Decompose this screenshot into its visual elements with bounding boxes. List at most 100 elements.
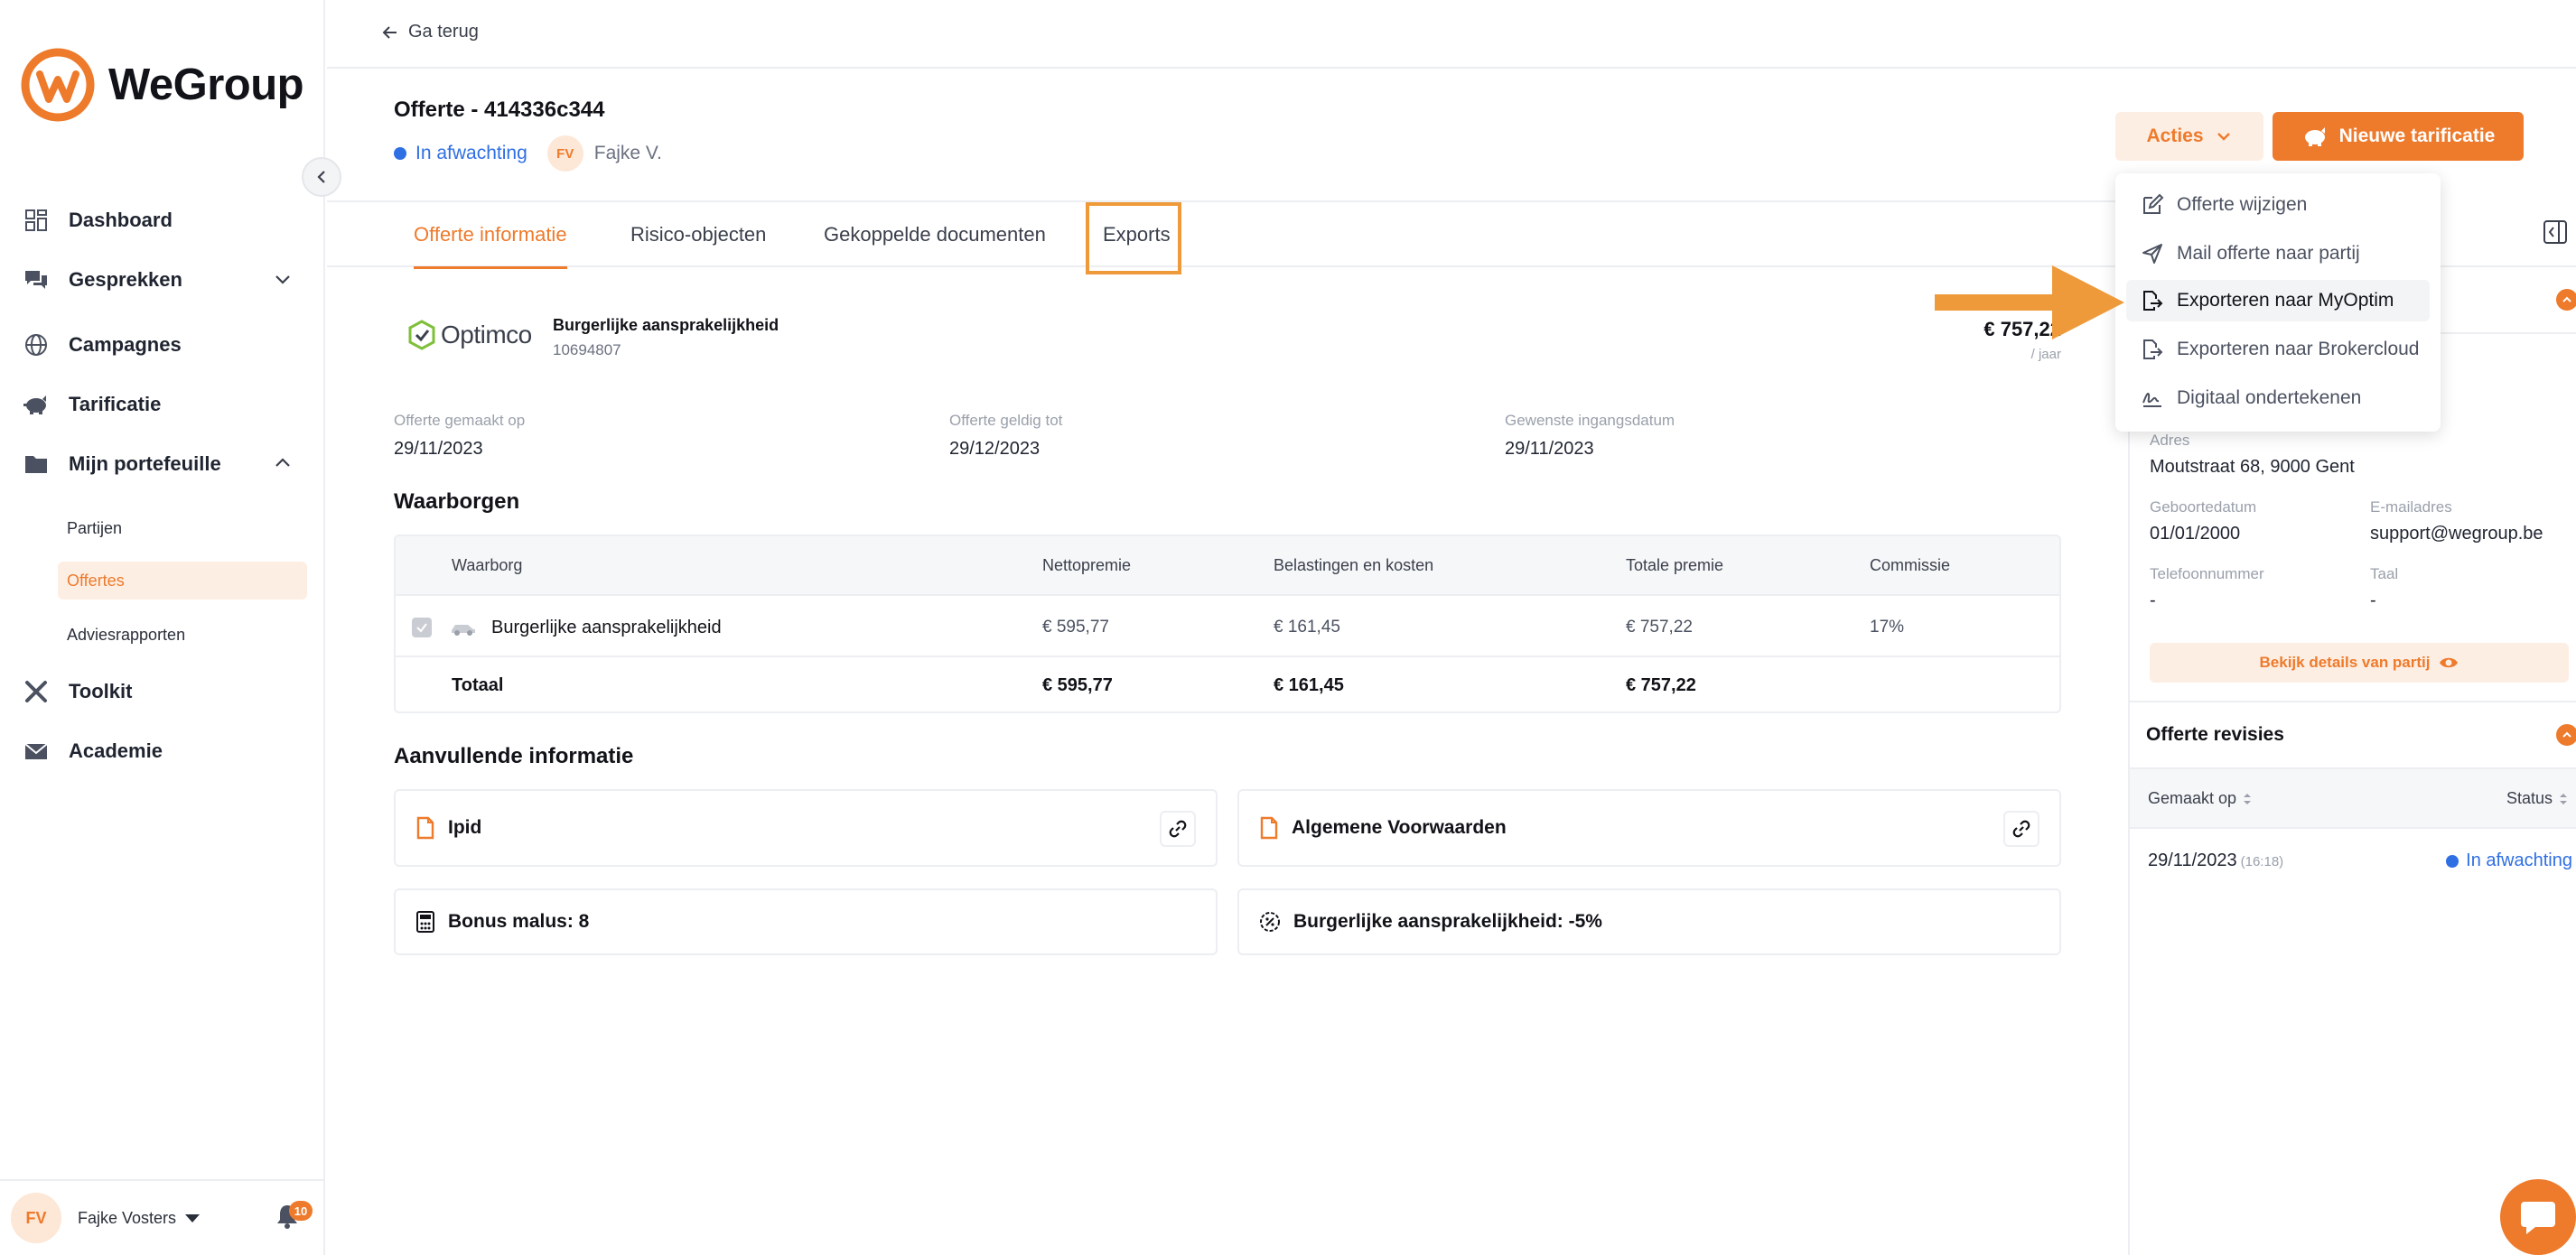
meta-value: 29/12/2023 (949, 439, 1041, 459)
status-badge: In afwachting (415, 143, 527, 163)
waarborgen-title: Waarborgen (394, 489, 520, 514)
menu-item-offerte-wijzigen[interactable]: Offerte wijzigen (2126, 184, 2430, 226)
sidebar-item-academie[interactable]: Academie (22, 731, 307, 771)
status-dot (394, 147, 406, 160)
sidebar-item-gesprekken[interactable]: Gesprekken (22, 260, 307, 300)
algemene-voorwaarden-card[interactable]: Algemene Voorwaarden (1237, 789, 2061, 867)
field-label: Telefoonnummer (2150, 565, 2264, 582)
sidebar-item-mijn-portefeuille[interactable]: Mijn portefeuille (22, 444, 307, 484)
th-label: Status (2506, 789, 2553, 807)
th-nettopremie: Nettopremie (1042, 556, 1132, 574)
cell-totale-premie: € 757,22 (1626, 618, 1693, 637)
meta-label: Offerte geldig tot (949, 412, 1063, 429)
th-belastingen: Belastingen en kosten (1274, 556, 1434, 574)
menu-item-exporteren-myoptim[interactable]: Exporteren naar MyOptim (2126, 280, 2430, 321)
revision-status-label: In afwachting (2466, 851, 2572, 870)
sidebar-subitem-adviesrapporten[interactable]: Adviesrapporten (58, 616, 307, 654)
chevron-down-icon[interactable] (273, 269, 293, 289)
sidebar-item-label: Tarificatie (69, 393, 162, 415)
view-party-details-button[interactable]: Bekijk details van partij (2150, 643, 2569, 683)
link-icon (1169, 820, 1187, 838)
section-toggle-button[interactable] (2556, 289, 2576, 311)
revisions-title: Offerte revisies (2146, 724, 2284, 745)
sidebar-subitem-partijen[interactable]: Partijen (58, 509, 307, 547)
th-gemaakt-op[interactable]: Gemaakt op (2148, 789, 2253, 808)
sidebar-item-label: Toolkit (69, 680, 133, 702)
meta-valid-until: Offerte geldig tot 29/12/2023 (949, 412, 1062, 460)
waarborgen-table: Waarborg Nettopremie Belastingen en kost… (394, 535, 2061, 713)
chevron-up-icon[interactable] (273, 453, 293, 473)
sort-icon (2244, 793, 2252, 804)
acties-button[interactable]: Acties (2115, 112, 2263, 161)
avatar: FV (11, 1193, 61, 1243)
calculator-icon (416, 911, 434, 933)
page-title: Offerte - 414336c344 (394, 98, 605, 122)
table-row[interactable]: 29/11/2023 (16:18) In afwachting (2130, 829, 2576, 890)
ipid-card[interactable]: Ipid (394, 789, 1218, 867)
sidebar-subitem-offertes[interactable]: Offertes (58, 562, 307, 600)
link-button[interactable] (1160, 811, 1196, 847)
sidebar-item-toolkit[interactable]: Toolkit (22, 672, 307, 711)
user-menu[interactable]: FV Fajke Vosters 10 (0, 1179, 325, 1255)
revision-date: 29/11/2023 (16:18) (2148, 851, 2283, 871)
field-label: E-mailadres (2370, 498, 2452, 516)
meta-created: Offerte gemaakt op 29/11/2023 (394, 412, 525, 460)
meta-value: 29/11/2023 (394, 439, 483, 459)
aanvullend-title: Aanvullende informatie (394, 744, 634, 768)
menu-item-digitaal-ondertekenen[interactable]: Digitaal ondertekenen (2126, 377, 2430, 419)
revisions-toggle-button[interactable] (2556, 724, 2576, 746)
table-row: Burgerlijke aansprakelijkheid € 595,77 €… (396, 596, 2059, 657)
user-name: Fajke Vosters (78, 1208, 177, 1227)
details-label: Bekijk details van partij (2259, 654, 2431, 671)
sidebar-item-campagnes[interactable]: Campagnes (22, 325, 307, 365)
revision-date-value: 29/11/2023 (2148, 851, 2237, 870)
price-period: / jaar (2030, 347, 2061, 362)
menu-item-label: Digitaal ondertekenen (2177, 387, 2362, 408)
total-totale-premie: € 757,22 (1626, 675, 1696, 695)
sidebar-item-dashboard[interactable]: Dashboard (22, 200, 307, 240)
menu-item-label: Exporteren naar MyOptim (2177, 290, 2394, 311)
field-value: Moutstraat 68, 9000 Gent (2150, 457, 2355, 477)
sidebar-collapse-button[interactable] (302, 157, 341, 197)
tab-bar: Offerte informatie Risico-objecten Gekop… (327, 200, 2128, 269)
sidebar-item-label: Gesprekken (69, 268, 182, 291)
back-link[interactable]: Ga terug (381, 22, 479, 42)
signature-icon (2142, 393, 2161, 407)
tab-offerte-informatie[interactable]: Offerte informatie (414, 202, 567, 269)
file-export-icon (2143, 291, 2163, 311)
menu-item-label: Offerte wijzigen (2177, 194, 2308, 215)
sidebar-item-label: Academie (69, 739, 163, 762)
th-commissie: Commissie (1870, 556, 1951, 574)
tab-risico-objecten[interactable]: Risico-objecten (630, 202, 766, 267)
menu-item-mail-offerte[interactable]: Mail offerte naar partij (2126, 233, 2430, 274)
caret-down-icon[interactable] (185, 1213, 201, 1222)
insurer-name: Optimco (441, 321, 532, 349)
link-button[interactable] (2003, 811, 2039, 847)
document-icon (1260, 816, 1278, 840)
tab-gekoppelde-documenten[interactable]: Gekoppelde documenten (824, 202, 1046, 267)
revisions-table-header: Gemaakt op Status (2130, 769, 2576, 829)
brand-name: WeGroup (108, 60, 304, 109)
wegroup-logo[interactable]: WeGroup (20, 47, 304, 123)
menu-item-exporteren-brokercloud[interactable]: Exporteren naar Brokercloud (2126, 329, 2430, 370)
cell-waarborg: Burgerlijke aansprakelijkheid (491, 618, 722, 637)
sidebar-item-tarificatie[interactable]: Tarificatie (22, 385, 307, 424)
chat-button[interactable] (2500, 1179, 2576, 1255)
revision-status: In afwachting (2446, 851, 2572, 871)
sidebar-item-label: Campagnes (69, 333, 182, 356)
document-icon (416, 816, 434, 840)
th-label: Gemaakt op (2148, 789, 2237, 807)
panel-collapse-icon[interactable] (2542, 218, 2569, 246)
th-status[interactable]: Status (2506, 789, 2569, 808)
link-icon (2012, 820, 2030, 838)
total-label: Totaal (452, 675, 504, 695)
field-value: support@wegroup.be (2370, 524, 2543, 544)
total-belastingen: € 161,45 (1274, 675, 1344, 695)
sidebar: WeGroup Dashboard Gesprekken Campagnes T… (0, 0, 325, 1255)
new-tarification-button[interactable]: Nieuwe tarificatie (2273, 112, 2524, 161)
card-label: Bonus malus: 8 (448, 911, 590, 932)
card-label: Ipid (448, 817, 482, 838)
wegroup-logo-mark-icon (21, 48, 95, 122)
row-checkbox[interactable] (412, 618, 432, 637)
field-label: Adres (2150, 432, 2190, 449)
